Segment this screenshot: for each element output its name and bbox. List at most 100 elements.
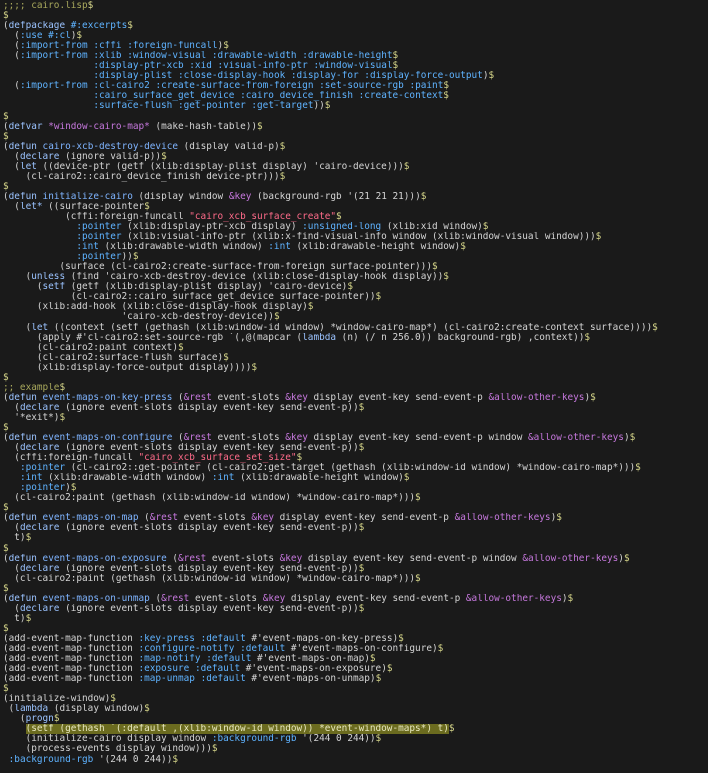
code-token-symbol: :import-from [19, 41, 88, 52]
code-token-default [3, 463, 20, 473]
code-token-default: ( [3, 714, 26, 725]
code-token-default: ( [172, 433, 184, 444]
code-editor[interactable]: ;;;; cairo.lisp$ $ (defpackage #:excerpts$… [0, 0, 708, 773]
code-line: (add-event-map-function :map-unmap :defa… [0, 674, 708, 684]
code-token-dollar: $ [3, 684, 9, 695]
code-token-default: (ignore event-slots display event-key se… [59, 443, 359, 454]
code-token-symbol: :foreign-funcall [127, 41, 218, 52]
code-line: (:use #:cl)$ [0, 31, 708, 41]
code-line: (declare (ignore event-slots display eve… [0, 403, 708, 413]
code-token-param: &allow-other-keys [454, 513, 551, 524]
code-token-default: ( [3, 603, 20, 614]
code-token-default: (ignore event-slots display event-key se… [59, 402, 359, 413]
code-line: $ [0, 423, 708, 433]
code-token-default [3, 71, 93, 81]
code-token-default: (make-hash-table)) [149, 121, 258, 132]
code-token-symbol: :use [19, 31, 43, 42]
code-token-default: event-slots [211, 392, 286, 403]
code-token-dollar: $ [25, 613, 32, 624]
code-line: '*exit*)$ [0, 413, 708, 423]
code-token-symbol: :xlib [93, 51, 122, 62]
code-token-default: (cffi:foreign-funcall [3, 453, 139, 464]
code-token-default: #'event-maps-on-map) [251, 654, 370, 665]
code-token-default: (add-event-map-function [3, 633, 139, 644]
code-token-keyword: defun [8, 553, 37, 564]
code-line: (xlib:display-force-output display))))$ [0, 363, 708, 373]
code-token-symbol: :map-notify [138, 654, 201, 665]
code-token-default [3, 724, 26, 734]
code-token-symbol: :get-target [251, 101, 314, 112]
code-token-keyword: defun [8, 191, 37, 202]
code-token-string: "cairo_xcb_surface_create" [189, 211, 337, 222]
code-token-default: (xlib:drawable-width window) [42, 473, 212, 484]
code-line: (declare (ignore event-slots display eve… [0, 443, 708, 453]
code-token-dollar: $ [556, 513, 562, 524]
code-token-dollar: $ [296, 453, 303, 464]
code-line: (initialize-window)$ [0, 694, 708, 704]
code-token-param: &allow-other-keys [522, 553, 619, 564]
code-token-dollar: $ [443, 272, 449, 283]
code-token-param: *window-cairo-map* [48, 121, 150, 132]
code-token-default: (xlib:display-force-output display)))) [3, 362, 252, 373]
code-token-symbol: :background-rgb [8, 754, 94, 765]
code-token-symbol: :exposure [138, 664, 190, 675]
code-token-default: ((device-ptr (getf (xlib:display-plist d… [36, 161, 404, 172]
code-token-default: ( [3, 322, 32, 333]
code-line: :int (xlib:drawable-width window) :int (… [0, 473, 708, 483]
code-token-default: (add-event-map-function [3, 674, 139, 685]
code-token-dollar: $ [87, 1, 94, 11]
code-token-dollar: $ [443, 81, 449, 92]
code-token-keyword: declare [19, 603, 60, 614]
code-line: (cl-cairo2:paint context)$ [0, 343, 708, 353]
code-token-symbol: :create-surface-from-foreign [155, 81, 314, 92]
code-token-default: ( [3, 41, 20, 52]
code-line: :pointer)$ [0, 483, 708, 493]
code-line: $ [0, 544, 708, 554]
code-token-symbol: :visual-info-ptr [217, 61, 308, 72]
code-token-default: (add-event-map-function [3, 654, 139, 665]
code-token-default: display event-key send-event-p [307, 392, 489, 403]
code-token-default: (display window [132, 191, 229, 202]
code-token-string: "cairo_xcb_surface_set_size" [138, 453, 297, 464]
code-token-default: #'event-maps-on-configure) [285, 644, 438, 654]
code-token-default: (cl-cairo2:paint (gethash (xlib:window-i… [3, 573, 416, 584]
code-token-symbol: :import-from [19, 51, 88, 62]
code-line: :background-rgb '(244 0 244))$ [0, 755, 708, 765]
code-token-param: &allow-other-keys [465, 593, 562, 604]
code-token-dollar: $ [431, 262, 438, 273]
code-token-symbol: :cl-cairo2 [93, 81, 150, 92]
code-token-dollar: $ [257, 121, 263, 132]
code-token-symbol: :drawable-height [302, 51, 393, 62]
code-token-symbol: :int [268, 242, 291, 253]
code-token-keyword: declare [19, 151, 60, 162]
code-token-symbol: :cffi [93, 41, 122, 52]
code-token-default: ( [3, 161, 20, 172]
code-token-dollar: $ [211, 744, 218, 755]
code-token-symbol: :unsigned-long [302, 222, 382, 233]
code-token-default: '(244 0 244)) [296, 734, 376, 745]
code-token-dollar: $ [635, 463, 641, 474]
code-line: (setf (getf (xlib:display-plist display)… [0, 282, 708, 292]
code-token-dollar: $ [25, 533, 32, 544]
code-token-dollar: $ [3, 583, 9, 594]
code-line: $ [0, 112, 708, 122]
code-line: (progn$ [0, 714, 708, 724]
code-line: (let ((context (setf (gethash (xlib:wind… [0, 323, 708, 333]
code-line: (add-event-map-function :map-notify :def… [0, 654, 708, 664]
code-token-default: ( [3, 201, 20, 212]
code-token-default: (add-event-map-function [3, 644, 139, 654]
code-token-keyword: unless [31, 272, 66, 283]
code-token-dollar: $ [279, 171, 286, 182]
code-line: (cl-cairo2:surface-flush surface)$ [0, 353, 708, 363]
code-line: :display-plist :close-display-hook :disp… [0, 71, 708, 81]
code-token-default: ( [3, 443, 20, 454]
code-token-default: (background-rgb '(21 21 21))) [251, 191, 421, 202]
code-token-symbol: :display-force-output [364, 71, 483, 82]
code-token-dollar: $ [392, 51, 399, 62]
code-token-keyword: defpackage [8, 21, 66, 32]
code-line: (declare (ignore event-slots display eve… [0, 523, 708, 533]
code-token-symbol: :key-press [138, 633, 195, 644]
code-line: (defun event-maps-on-key-press (&rest ev… [0, 393, 708, 403]
code-token-dollar: $ [488, 71, 495, 82]
code-token-dollar: $ [584, 332, 591, 343]
